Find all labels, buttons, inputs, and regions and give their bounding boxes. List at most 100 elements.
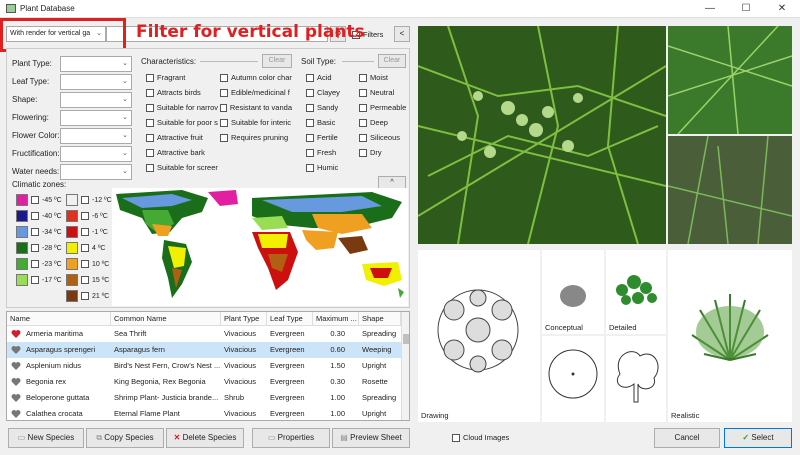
climate-zone[interactable]: 10 ºC: [66, 258, 109, 270]
realistic-preview[interactable]: Realistic: [668, 250, 792, 422]
new-species-button[interactable]: ▭ New Species: [8, 428, 84, 448]
checkbox[interactable]: [306, 103, 314, 112]
table-row[interactable]: Asplenium nidus Bird's Nest Fern, Crow's …: [7, 358, 401, 374]
soil-option[interactable]: Neutral: [359, 88, 394, 97]
climate-zone[interactable]: 15 ºC: [66, 274, 109, 286]
characteristic-option[interactable]: Suitable for interic: [220, 118, 292, 127]
checkbox[interactable]: [146, 73, 154, 82]
checkbox[interactable]: [81, 260, 89, 268]
checkbox[interactable]: [81, 228, 89, 236]
conceptual-preview[interactable]: Conceptual: [542, 250, 604, 334]
checkbox[interactable]: [81, 292, 89, 300]
climate-zone[interactable]: -12 ºC: [66, 194, 112, 206]
checkbox[interactable]: [146, 163, 154, 172]
checkbox[interactable]: [146, 88, 154, 97]
soil-option[interactable]: Clayey: [306, 88, 340, 97]
favorite-heart-icon[interactable]: [11, 329, 21, 339]
checkbox[interactable]: [31, 228, 39, 236]
symbol-preview[interactable]: [542, 336, 604, 422]
soil-option[interactable]: Deep: [359, 118, 388, 127]
filter-dropdown[interactable]: ⌄: [60, 146, 132, 162]
column-header-leaf-type[interactable]: Leaf Type: [267, 312, 313, 326]
characteristic-option[interactable]: Edible/medicinal f: [220, 88, 292, 97]
soil-option[interactable]: Moist: [359, 73, 388, 82]
characteristic-option[interactable]: Fragrant: [146, 73, 218, 82]
climate-world-map[interactable]: [112, 188, 408, 306]
characteristic-option[interactable]: Attractive fruit: [146, 133, 218, 142]
column-header-plant-type[interactable]: Plant Type: [221, 312, 267, 326]
checkbox[interactable]: [31, 260, 39, 268]
checkbox[interactable]: [359, 118, 367, 127]
climate-zone[interactable]: -23 ºC: [16, 258, 62, 270]
favorite-heart-icon[interactable]: [11, 377, 21, 387]
checkbox[interactable]: [146, 148, 154, 157]
close-button[interactable]: ✕: [764, 0, 800, 18]
checkbox[interactable]: [220, 103, 227, 112]
checkbox[interactable]: [31, 196, 39, 204]
climate-zone[interactable]: 21 ºC: [66, 290, 109, 302]
soil-clear-button[interactable]: Clear: [378, 54, 406, 68]
checkbox[interactable]: [81, 276, 89, 284]
column-header-common-name[interactable]: Common Name: [111, 312, 221, 326]
soil-option[interactable]: Fresh: [306, 148, 336, 157]
detailed-preview[interactable]: Detailed: [606, 250, 666, 334]
soil-option[interactable]: Basic: [306, 118, 335, 127]
climate-zone[interactable]: -1 ºC: [66, 226, 108, 238]
cloud-images-toggle[interactable]: Cloud Images: [452, 433, 509, 442]
checkbox[interactable]: [359, 88, 367, 97]
characteristic-option[interactable]: Requires pruning: [220, 133, 292, 142]
checkbox[interactable]: [146, 133, 154, 142]
climate-zone[interactable]: 4 ºC: [66, 242, 105, 254]
checkbox[interactable]: [306, 133, 314, 142]
soil-option[interactable]: Fertile: [306, 133, 338, 142]
checkbox[interactable]: [359, 148, 367, 157]
preview-sheet-button[interactable]: ▤ Preview Sheet: [332, 428, 410, 448]
soil-option[interactable]: Sandy: [306, 103, 338, 112]
checkbox[interactable]: [146, 118, 154, 127]
checkbox[interactable]: [306, 118, 314, 127]
filter-dropdown[interactable]: ⌄: [60, 128, 132, 144]
column-header-name[interactable]: Name: [7, 312, 111, 326]
favorite-heart-icon[interactable]: [11, 361, 21, 371]
soil-option[interactable]: Permeable: [359, 103, 406, 112]
table-row[interactable]: Beloperone guttata Shrimp Plant- Justicia…: [7, 390, 401, 406]
scrollbar-thumb[interactable]: [403, 334, 409, 344]
table-row[interactable]: Armeria maritima Sea Thrift Vivacious Everg…: [7, 326, 401, 342]
soil-option[interactable]: Siliceous: [359, 133, 400, 142]
characteristic-option[interactable]: Suitable for poor s: [146, 118, 218, 127]
checkbox[interactable]: [359, 103, 367, 112]
filter-dropdown[interactable]: ⌄: [60, 92, 132, 108]
drawing-preview[interactable]: Drawing: [418, 250, 540, 422]
delete-species-button[interactable]: ✕ Delete Species: [166, 428, 244, 448]
characteristic-option[interactable]: Suitable for narrov: [146, 103, 218, 112]
checkbox[interactable]: [306, 88, 314, 97]
filter-dropdown[interactable]: ⌄: [60, 110, 132, 126]
favorite-heart-icon[interactable]: [11, 345, 21, 355]
checkbox[interactable]: [306, 148, 314, 157]
characteristic-option[interactable]: Attracts birds: [146, 88, 218, 97]
cloud-images-checkbox[interactable]: [452, 433, 460, 442]
checkbox[interactable]: [31, 212, 39, 220]
copy-species-button[interactable]: ⧉ Copy Species: [86, 428, 164, 448]
species-table[interactable]: Name Common Name Plant Type Leaf Type Ma…: [6, 311, 410, 421]
climate-zone[interactable]: -6 ºC: [66, 210, 108, 222]
checkbox[interactable]: [81, 244, 89, 252]
checkbox[interactable]: [146, 103, 154, 112]
filter-dropdown[interactable]: ⌄: [60, 164, 132, 180]
checkbox[interactable]: [220, 88, 228, 97]
filter-dropdown[interactable]: ⌄: [60, 56, 132, 72]
column-header-shape[interactable]: Shape: [359, 312, 401, 326]
checkbox[interactable]: [31, 244, 39, 252]
column-header-maximum[interactable]: Maximum ...: [313, 312, 359, 326]
climate-zone[interactable]: -28 ºC: [16, 242, 62, 254]
climate-zone[interactable]: -40 ºC: [16, 210, 62, 222]
checkbox[interactable]: [220, 133, 228, 142]
checkbox[interactable]: [306, 73, 314, 82]
checkbox[interactable]: [81, 196, 89, 204]
table-row[interactable]: Begonia rex King Begonia, Rex Begonia Viva…: [7, 374, 401, 390]
checkbox[interactable]: [31, 276, 39, 284]
checkbox[interactable]: [306, 163, 314, 172]
table-row[interactable]: Asparagus sprengeri Asparagus fern Vivacio…: [7, 342, 401, 358]
table-scrollbar[interactable]: [401, 312, 409, 420]
filter-dropdown[interactable]: ⌄: [60, 74, 132, 90]
